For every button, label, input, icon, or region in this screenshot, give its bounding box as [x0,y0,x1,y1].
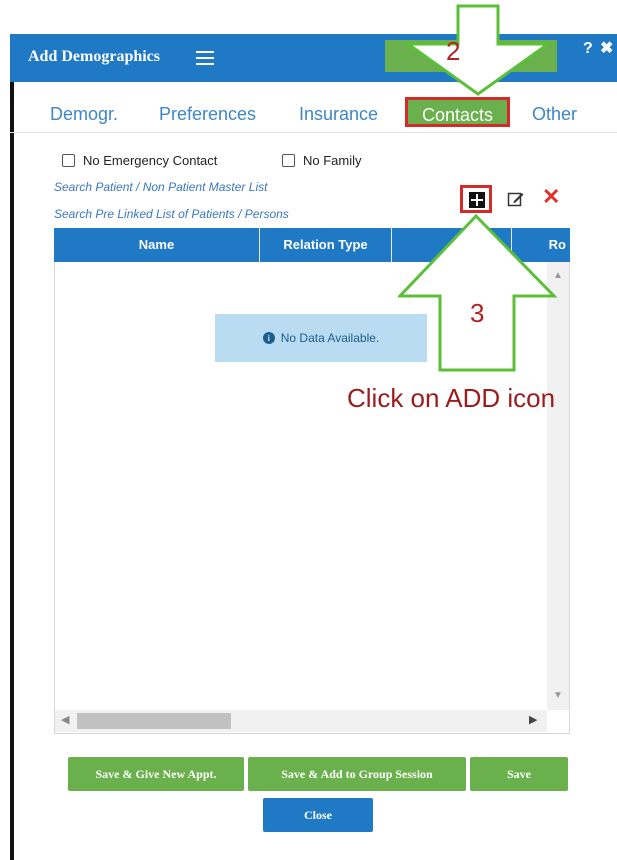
annotation-arrow-2 [403,4,553,96]
save-give-new-appt-button[interactable]: Save & Give New Appt. [68,757,244,791]
no-family-option[interactable]: No Family [282,153,362,168]
annotation-step-2: 2 [446,36,461,66]
save-add-group-session-button[interactable]: Save & Add to Group Session [248,757,466,791]
annotation-arrow-3 [398,214,558,372]
search-master-link[interactable]: Search Patient / Non Patient Master List [54,180,267,194]
scroll-down-icon[interactable]: ▼ [553,690,563,701]
delete-x-icon[interactable]: ✕ [542,186,560,208]
hamburger-icon[interactable] [196,51,214,65]
no-data-message: i No Data Available. [215,314,427,362]
tab-insurance[interactable]: Insurance [299,104,378,125]
add-contact-button[interactable] [460,185,492,213]
horizontal-scroll-thumb[interactable] [77,713,231,729]
no-emergency-contact-option[interactable]: No Emergency Contact [62,153,217,168]
close-icon[interactable]: ✖ [600,38,613,58]
close-button[interactable]: Close [263,798,373,832]
stage: { "dialog": { "title": "Add Demographics… [0,0,617,860]
edit-icon[interactable] [507,190,525,208]
column-header-name[interactable]: Name [54,228,260,262]
tab-bar: Demogr. Preferences Insurance Contacts O… [10,96,617,133]
info-icon: i [262,332,275,344]
horizontal-scrollbar[interactable]: ◀ ▶ [55,710,547,732]
annotation-instruction: Click on ADD icon [347,383,556,413]
dialog-title: Add Demographics [28,48,161,65]
search-linked-link[interactable]: Search Pre Linked List of Patients / Per… [54,207,289,221]
no-emergency-contact-label: No Emergency Contact [83,153,218,168]
tab-preferences[interactable]: Preferences [159,104,256,125]
annotation-step-3: 3 [470,298,485,328]
help-button[interactable]: ? [583,40,593,58]
tab-demogr[interactable]: Demogr. [50,104,118,125]
no-family-label: No Family [303,153,362,168]
plus-square-icon[interactable] [469,192,485,208]
scroll-left-icon[interactable]: ◀ [61,713,69,726]
no-emergency-contact-checkbox[interactable] [62,154,75,167]
scroll-right-icon[interactable]: ▶ [529,713,537,726]
column-header-relation-type[interactable]: Relation Type [260,228,392,262]
tab-contacts[interactable]: Contacts [405,97,511,127]
no-family-checkbox[interactable] [282,154,295,167]
tab-other[interactable]: Other [532,104,577,125]
no-data-text: No Data Available. [280,331,380,345]
save-button[interactable]: Save [470,757,568,791]
